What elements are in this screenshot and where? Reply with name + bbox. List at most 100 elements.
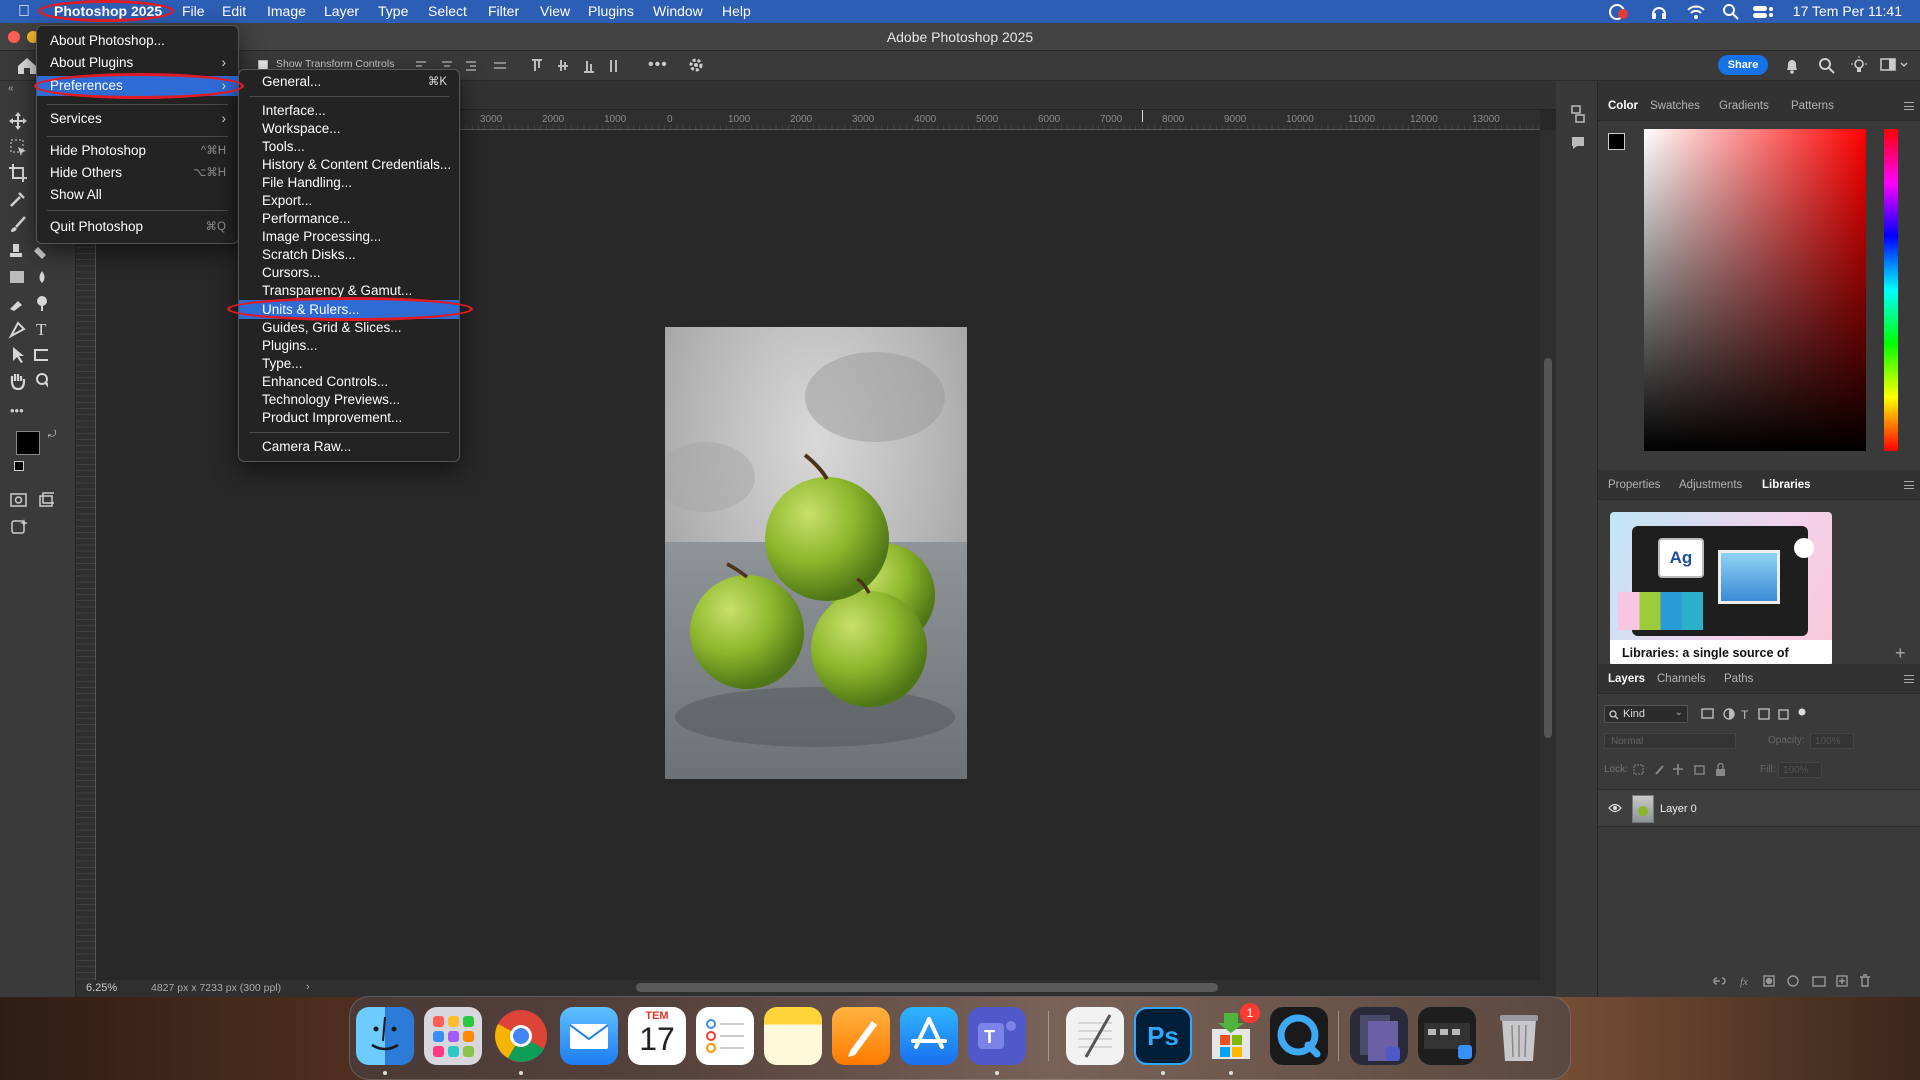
menu-item-general[interactable]: General... ⌘K	[239, 73, 459, 91]
document-image-green-apples[interactable]	[665, 327, 967, 779]
eye-icon[interactable]	[1608, 803, 1622, 813]
blend-mode-select[interactable]: Normal	[1604, 733, 1736, 749]
layer-action-icons[interactable]: fx	[1712, 974, 1912, 988]
crop-tool-icon[interactable]	[8, 163, 30, 185]
pages-icon[interactable]	[832, 1007, 890, 1065]
layer-filter-kind[interactable]: Kind ⌄	[1604, 705, 1688, 723]
menu-item-enhanced-controls[interactable]: Enhanced Controls...	[239, 373, 459, 391]
layer-row[interactable]: Layer 0	[1598, 789, 1920, 827]
brush-tool-icon[interactable]	[8, 215, 30, 237]
status-chevron-icon[interactable]: ›	[306, 981, 310, 993]
menu-item-hide-photoshop[interactable]: Hide Photoshop ^⌘H	[37, 142, 238, 160]
color-foreground-swatch[interactable]	[1608, 133, 1625, 150]
apple-icon[interactable]: 	[18, 0, 30, 23]
horizontal-scrollbar[interactable]	[636, 983, 1218, 992]
object-selection-tool-icon[interactable]	[8, 137, 30, 159]
menu-filter[interactable]: Filter	[488, 0, 519, 23]
menu-edit[interactable]: Edit	[222, 0, 246, 23]
collapse-chevron-icon[interactable]: «	[8, 83, 14, 94]
add-library-icon[interactable]: +	[1895, 643, 1906, 664]
menu-layer[interactable]: Layer	[324, 0, 359, 23]
zoom-level[interactable]: 6.25%	[86, 982, 117, 994]
teams-icon[interactable]: T	[968, 1007, 1026, 1065]
menu-item-camera-raw[interactable]: Camera Raw...	[239, 438, 459, 456]
panel-menu-icon[interactable]	[1904, 675, 1914, 683]
history-panel-icon[interactable]	[1570, 105, 1586, 123]
gear-icon[interactable]	[688, 57, 704, 73]
trash-icon[interactable]	[1490, 1007, 1548, 1065]
quick-mask-icon[interactable]	[10, 491, 54, 513]
menu-help[interactable]: Help	[722, 0, 751, 23]
more-options-icon[interactable]: •••	[648, 56, 668, 74]
creative-cloud-icon[interactable]	[1608, 3, 1630, 21]
menu-type[interactable]: Type	[378, 0, 408, 23]
menu-item-scratch-disks[interactable]: Scratch Disks...	[239, 246, 459, 264]
mail-icon[interactable]	[560, 1007, 618, 1065]
panel-menu-icon[interactable]	[1904, 102, 1914, 110]
menu-item-performance[interactable]: Performance...	[239, 210, 459, 228]
menu-item-quit-photoshop[interactable]: Quit Photoshop ⌘Q	[37, 218, 238, 236]
pen-tool-icon[interactable]: T	[8, 319, 47, 341]
menu-select[interactable]: Select	[428, 0, 467, 23]
menu-item-history-content-credentials[interactable]: History & Content Credentials...	[239, 156, 459, 174]
path-selection-tool-icon[interactable]	[8, 345, 48, 367]
layer-name[interactable]: Layer 0	[1660, 803, 1697, 815]
comments-panel-icon[interactable]	[1570, 135, 1586, 151]
default-colors-icon[interactable]	[14, 461, 24, 471]
menu-item-guides-grid-slices[interactable]: Guides, Grid & Slices...	[239, 319, 459, 337]
fill-field[interactable]: 100%	[1778, 762, 1822, 778]
tab-libraries[interactable]: Libraries	[1762, 470, 1811, 500]
tab-patterns[interactable]: Patterns	[1791, 91, 1834, 121]
menu-item-workspace[interactable]: Workspace...	[239, 120, 459, 138]
photoshop-dock-icon[interactable]: Ps	[1134, 1007, 1192, 1065]
spotlight-search-icon[interactable]	[1722, 3, 1740, 21]
panel-menu-icon[interactable]	[1904, 481, 1914, 489]
tab-paths[interactable]: Paths	[1724, 664, 1753, 694]
menu-item-hide-others[interactable]: Hide Others ⌥⌘H	[37, 164, 238, 182]
menu-window[interactable]: Window	[653, 0, 703, 23]
menu-plugins[interactable]: Plugins	[588, 0, 634, 23]
menu-item-technology-previews[interactable]: Technology Previews...	[239, 391, 459, 409]
edit-toolbar-icon[interactable]: •••	[10, 403, 24, 418]
hand-tool-icon[interactable]	[8, 371, 48, 393]
tab-gradients[interactable]: Gradients	[1719, 91, 1769, 121]
tab-layers[interactable]: Layers	[1608, 664, 1645, 694]
libraries-promo-card[interactable]: Ag Libraries: a single source of	[1610, 512, 1832, 666]
menu-item-about-plugins[interactable]: About Plugins ›	[37, 54, 238, 72]
home-icon[interactable]	[16, 56, 38, 76]
menu-item-show-all[interactable]: Show All	[37, 186, 238, 204]
layer-filter-icons[interactable]: T	[1700, 707, 1820, 721]
chrome-icon[interactable]	[492, 1007, 550, 1065]
workspace-switcher-icon[interactable]	[1880, 58, 1910, 72]
tab-channels[interactable]: Channels	[1657, 664, 1706, 694]
menubar-clock[interactable]: 17 Tem Per 11:41	[1793, 0, 1902, 23]
lock-icons[interactable]	[1632, 763, 1732, 777]
menu-item-interface[interactable]: Interface...	[239, 102, 459, 120]
generative-fill-icon[interactable]	[10, 517, 32, 539]
foreground-color-swatch[interactable]	[16, 431, 40, 455]
headphones-icon[interactable]	[1650, 3, 1668, 21]
control-center-icon[interactable]	[1752, 3, 1774, 21]
finder-icon[interactable]	[356, 1007, 414, 1065]
notes-icon[interactable]	[764, 1007, 822, 1065]
menu-item-image-processing[interactable]: Image Processing...	[239, 228, 459, 246]
clone-stamp-tool-icon[interactable]	[8, 241, 46, 263]
downloads-stack-icon[interactable]	[1418, 1007, 1476, 1065]
quicktime-icon[interactable]	[1270, 1007, 1328, 1065]
tab-adjustments[interactable]: Adjustments	[1679, 470, 1742, 500]
wifi-icon[interactable]	[1686, 3, 1706, 21]
menu-item-export[interactable]: Export...	[239, 192, 459, 210]
microsoft-installer-icon[interactable]: 1	[1202, 1003, 1260, 1065]
menu-item-type[interactable]: Type...	[239, 355, 459, 373]
search-icon[interactable]	[1818, 57, 1836, 75]
tab-swatches[interactable]: Swatches	[1650, 91, 1700, 121]
dodge-tool-icon[interactable]	[8, 293, 47, 315]
vertical-ruler[interactable]	[76, 130, 96, 980]
menu-item-cursors[interactable]: Cursors...	[239, 264, 459, 282]
color-picker-field[interactable]	[1644, 129, 1866, 451]
reminders-icon[interactable]	[696, 1007, 754, 1065]
tab-properties[interactable]: Properties	[1608, 470, 1660, 500]
menu-view[interactable]: View	[540, 0, 570, 23]
menu-item-tools[interactable]: Tools...	[239, 138, 459, 156]
vertical-scrollbar[interactable]	[1544, 358, 1552, 738]
